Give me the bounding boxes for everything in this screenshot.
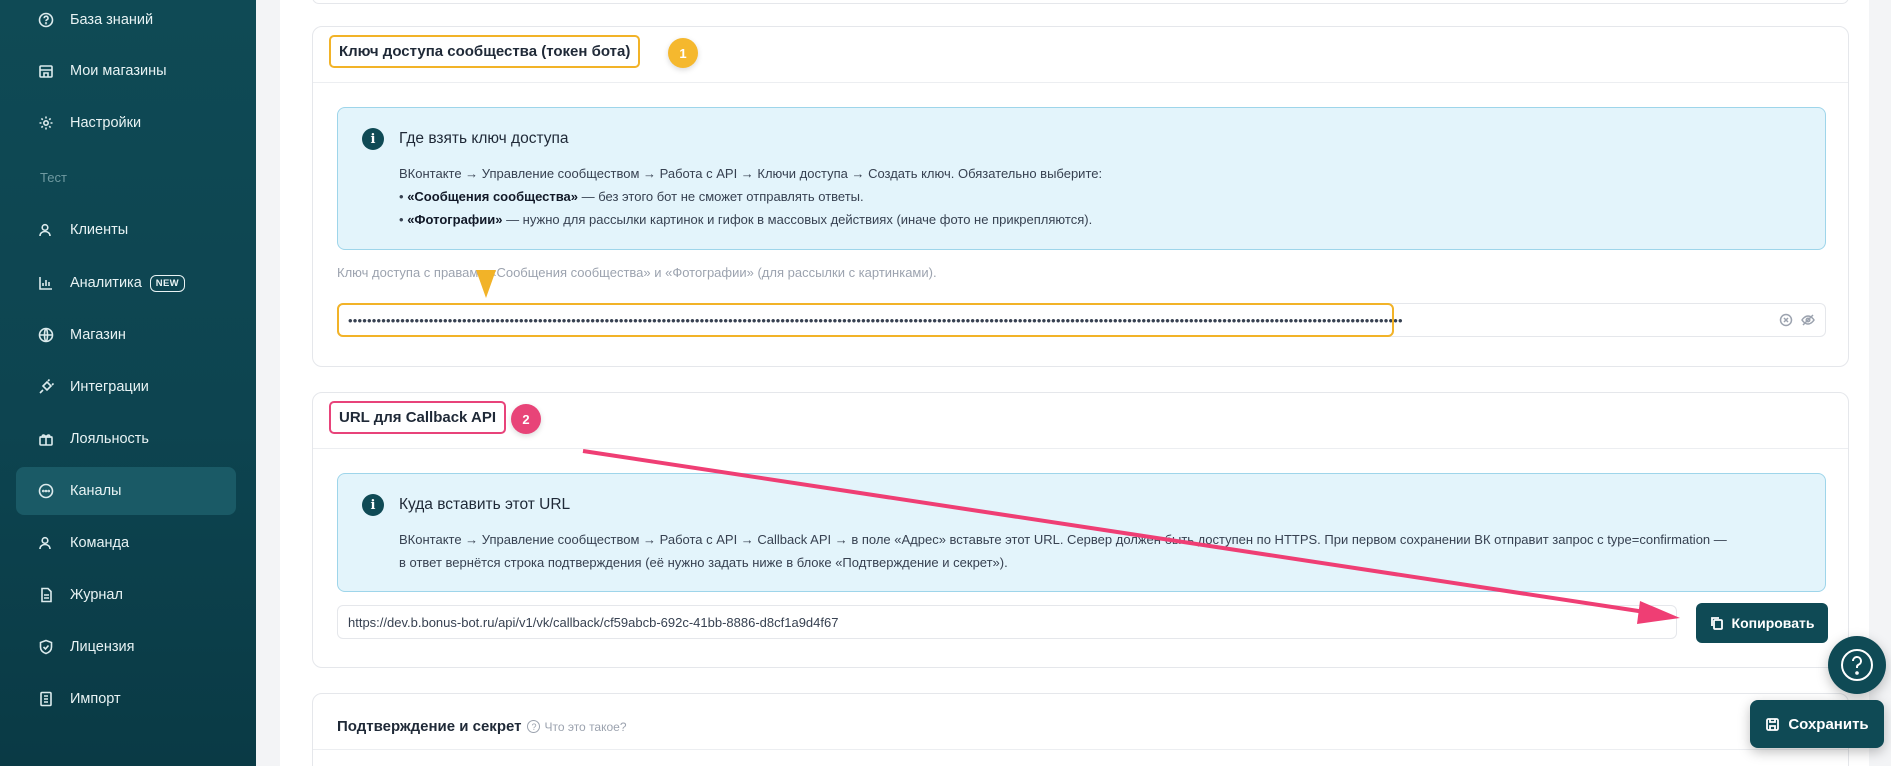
sidebar-item-label: Настройки (70, 115, 142, 131)
callback-card: URL для Callback API 2 i Куда вставить э… (312, 392, 1849, 668)
sidebar-item-label: Журнал (70, 587, 123, 603)
info-title: Где взять ключ доступа (399, 130, 569, 147)
sidebar-item-shop[interactable]: Магазин (16, 311, 236, 359)
confirm-card-title: Подтверждение и секрет ? Что это такое? (337, 718, 627, 735)
bullet: • (399, 189, 404, 204)
shield-icon (38, 639, 54, 655)
copy-icon (1710, 617, 1723, 630)
callback-url-field[interactable]: https://dev.b.bonus-bot.ru/api/v1/vk/cal… (337, 605, 1677, 639)
info-title: Куда вставить этот URL (399, 496, 571, 513)
help-link-label: Что это такое? (544, 719, 627, 734)
users-icon (38, 222, 54, 238)
import-icon (38, 691, 54, 707)
sidebar-item-label: Клиенты (70, 222, 129, 238)
callback-url-value: https://dev.b.bonus-bot.ru/api/v1/vk/cal… (348, 614, 839, 630)
globe-icon (38, 327, 54, 343)
chat-icon (38, 483, 54, 499)
sidebar-item-label: База знаний (70, 12, 154, 28)
sidebar-item-my-stores[interactable]: Мои магазины (16, 47, 236, 95)
token-input-actions (1779, 313, 1815, 327)
token-card-header: Ключ доступа сообщества (токен бота) 1 (313, 27, 1848, 83)
callback-card-title: URL для Callback API (329, 401, 507, 434)
info-text: — без этого бот не сможет отправлять отв… (578, 189, 864, 204)
info-bold: «Фотографии» (407, 212, 503, 227)
token-value: ••••••••••••••••••••••••••••••••••••••••… (348, 312, 1403, 328)
sidebar-item-integrations[interactable]: Интеграции (16, 363, 236, 411)
info-icon: i (362, 128, 384, 150)
save-button[interactable]: Сохранить (1750, 700, 1884, 748)
info-line: • «Фотографии» — нужно для рассылки карт… (399, 212, 1092, 227)
info-line: в ответ вернётся строка подтверждения (е… (399, 555, 1008, 570)
confirm-card: Подтверждение и секрет ? Что это такое? (312, 693, 1849, 766)
sidebar-item-label: Лояльность (70, 431, 149, 447)
info-text: — нужно для рассылки картинок и гифок в … (502, 212, 1093, 227)
sidebar-item-clients[interactable]: Клиенты (16, 206, 236, 254)
step-badge-2: 2 (511, 404, 541, 434)
sidebar-item-label: Импорт (70, 691, 121, 707)
chart-icon (38, 275, 54, 291)
sidebar-item-label: Команда (70, 535, 130, 551)
gear-icon (38, 115, 54, 131)
save-icon (1766, 717, 1780, 731)
info-line: ВКонтакте → Управление сообществом → Раб… (399, 532, 1727, 547)
sidebar-item-team[interactable]: Команда (16, 519, 236, 567)
sidebar-item-label: Магазин (70, 327, 126, 343)
info-icon: i (362, 494, 384, 516)
callback-info-box: i Куда вставить этот URL ВКонтакте → Упр… (337, 473, 1826, 592)
help-link[interactable]: ? Что это такое? (527, 719, 627, 734)
previous-card (312, 0, 1849, 4)
info-line: • «Сообщения сообщества» — без этого бот… (399, 189, 864, 204)
store-icon (38, 63, 54, 79)
sidebar-item-analytics[interactable]: Аналитика NEW (16, 259, 236, 307)
eye-off-icon[interactable] (1801, 313, 1815, 327)
help-icon (1841, 649, 1873, 681)
sidebar-item-journal[interactable]: Журнал (16, 571, 236, 619)
sidebar-item-import[interactable]: Импорт (16, 675, 236, 723)
sidebar-item-knowledge-base[interactable]: База знаний (16, 0, 236, 44)
info-bold: «Сообщения сообщества» (407, 189, 579, 204)
callback-card-header: URL для Callback API 2 (313, 393, 1848, 449)
copy-button-label: Копировать (1731, 615, 1815, 631)
confirm-title-text: Подтверждение и секрет (337, 718, 522, 735)
token-input[interactable]: ••••••••••••••••••••••••••••••••••••••••… (337, 303, 1826, 337)
save-button-label: Сохранить (1788, 715, 1869, 733)
sidebar: База знаний Мои магазины Настройки Тест … (0, 0, 256, 766)
bullet: • (399, 212, 404, 227)
token-info-box: i Где взять ключ доступа ВКонтакте → Упр… (337, 107, 1826, 250)
question-circle-icon (38, 12, 54, 28)
new-badge: NEW (149, 274, 185, 292)
sidebar-item-label: Лицензия (70, 639, 135, 655)
journal-icon (38, 587, 54, 603)
question-icon: ? (527, 720, 541, 733)
divider (313, 749, 1848, 750)
sidebar-item-channels[interactable]: Каналы (16, 467, 236, 515)
sidebar-item-label: Мои магазины (70, 63, 167, 79)
sidebar-item-label: Интеграции (70, 379, 149, 395)
info-line: ВКонтакте → Управление сообществом → Раб… (399, 166, 1103, 181)
plug-icon (38, 379, 54, 395)
step-badge-1: 1 (668, 38, 698, 68)
token-card: Ключ доступа сообщества (токен бота) 1 i… (312, 26, 1849, 367)
clear-icon[interactable] (1779, 313, 1793, 327)
token-card-title: Ключ доступа сообщества (токен бота) (329, 35, 641, 68)
sidebar-item-label: Каналы (70, 483, 122, 499)
help-fab-button[interactable] (1828, 636, 1886, 694)
sidebar-item-loyalty[interactable]: Лояльность (16, 415, 236, 463)
sidebar-item-license[interactable]: Лицензия (16, 623, 236, 671)
team-icon (38, 535, 54, 551)
main-content: Ключ доступа сообщества (токен бота) 1 i… (256, 0, 1891, 766)
sidebar-item-label: Аналитика (70, 275, 142, 291)
sidebar-item-settings[interactable]: Настройки (16, 99, 236, 147)
token-hint: Ключ доступа с правами «Сообщения сообще… (337, 265, 937, 280)
sidebar-section-label: Тест (40, 170, 67, 185)
copy-button[interactable]: Копировать (1696, 603, 1828, 643)
gift-icon (38, 431, 54, 447)
